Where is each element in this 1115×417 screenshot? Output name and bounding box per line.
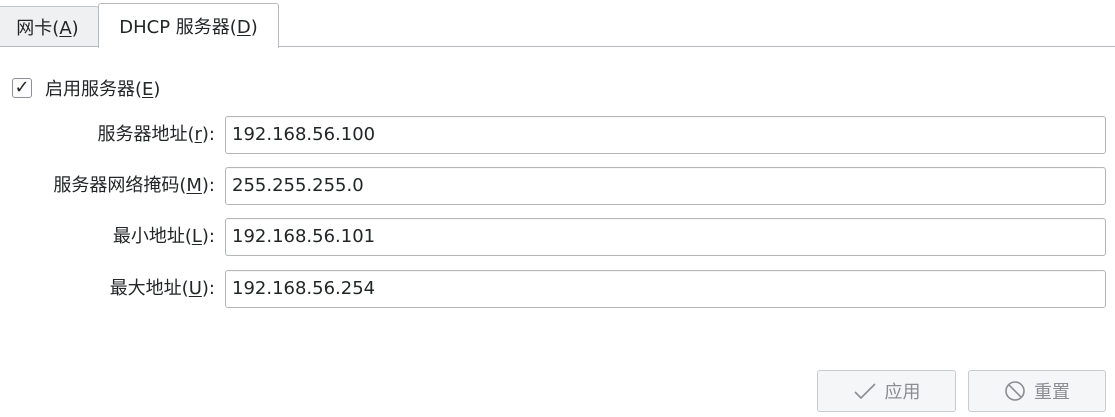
enable-server-label: 启用服务器(E) (45, 79, 161, 100)
server-netmask-field[interactable]: 255.255.255.0 (225, 167, 1106, 205)
cancel-icon (1004, 380, 1026, 402)
apply-button[interactable]: 应用 (817, 370, 956, 412)
tab-network-adapter[interactable]: 网卡(A) (0, 6, 99, 46)
tab-dhcp-server[interactable]: DHCP 服务器(D) (98, 3, 279, 48)
apply-button-label: 应用 (884, 382, 921, 403)
reset-button-label: 重置 (1034, 382, 1070, 403)
server-netmask-row: 服务器网络掩码(M): 255.255.255.0 (0, 167, 1115, 205)
server-address-label: 服务器地址(r): (97, 124, 215, 145)
enable-server-checkbox[interactable]: ✓ (12, 78, 32, 98)
reset-button[interactable]: 重置 (968, 370, 1106, 412)
checkmark-icon: ✓ (14, 77, 30, 98)
upper-address-field[interactable]: 192.168.56.254 (225, 270, 1106, 308)
server-netmask-label: 服务器网络掩码(M): (53, 175, 215, 196)
tab-network-adapter-label: 网卡(A) (16, 17, 79, 39)
lower-address-row: 最小地址(L): 192.168.56.101 (0, 218, 1115, 256)
enable-server-row[interactable]: ✓ 启用服务器(E) (12, 76, 160, 100)
upper-address-label: 最大地址(U): (109, 278, 215, 299)
tab-bar: 网卡(A) DHCP 服务器(D) (0, 0, 1115, 48)
tab-dhcp-server-label: DHCP 服务器(D) (119, 17, 258, 38)
server-address-row: 服务器地址(r): 192.168.56.100 (0, 116, 1115, 154)
server-address-field[interactable]: 192.168.56.100 (225, 116, 1106, 154)
upper-address-row: 最大地址(U): 192.168.56.254 (0, 270, 1115, 308)
lower-address-label: 最小地址(L): (112, 226, 215, 247)
checkmark-icon (853, 381, 877, 401)
lower-address-field[interactable]: 192.168.56.101 (225, 218, 1106, 256)
